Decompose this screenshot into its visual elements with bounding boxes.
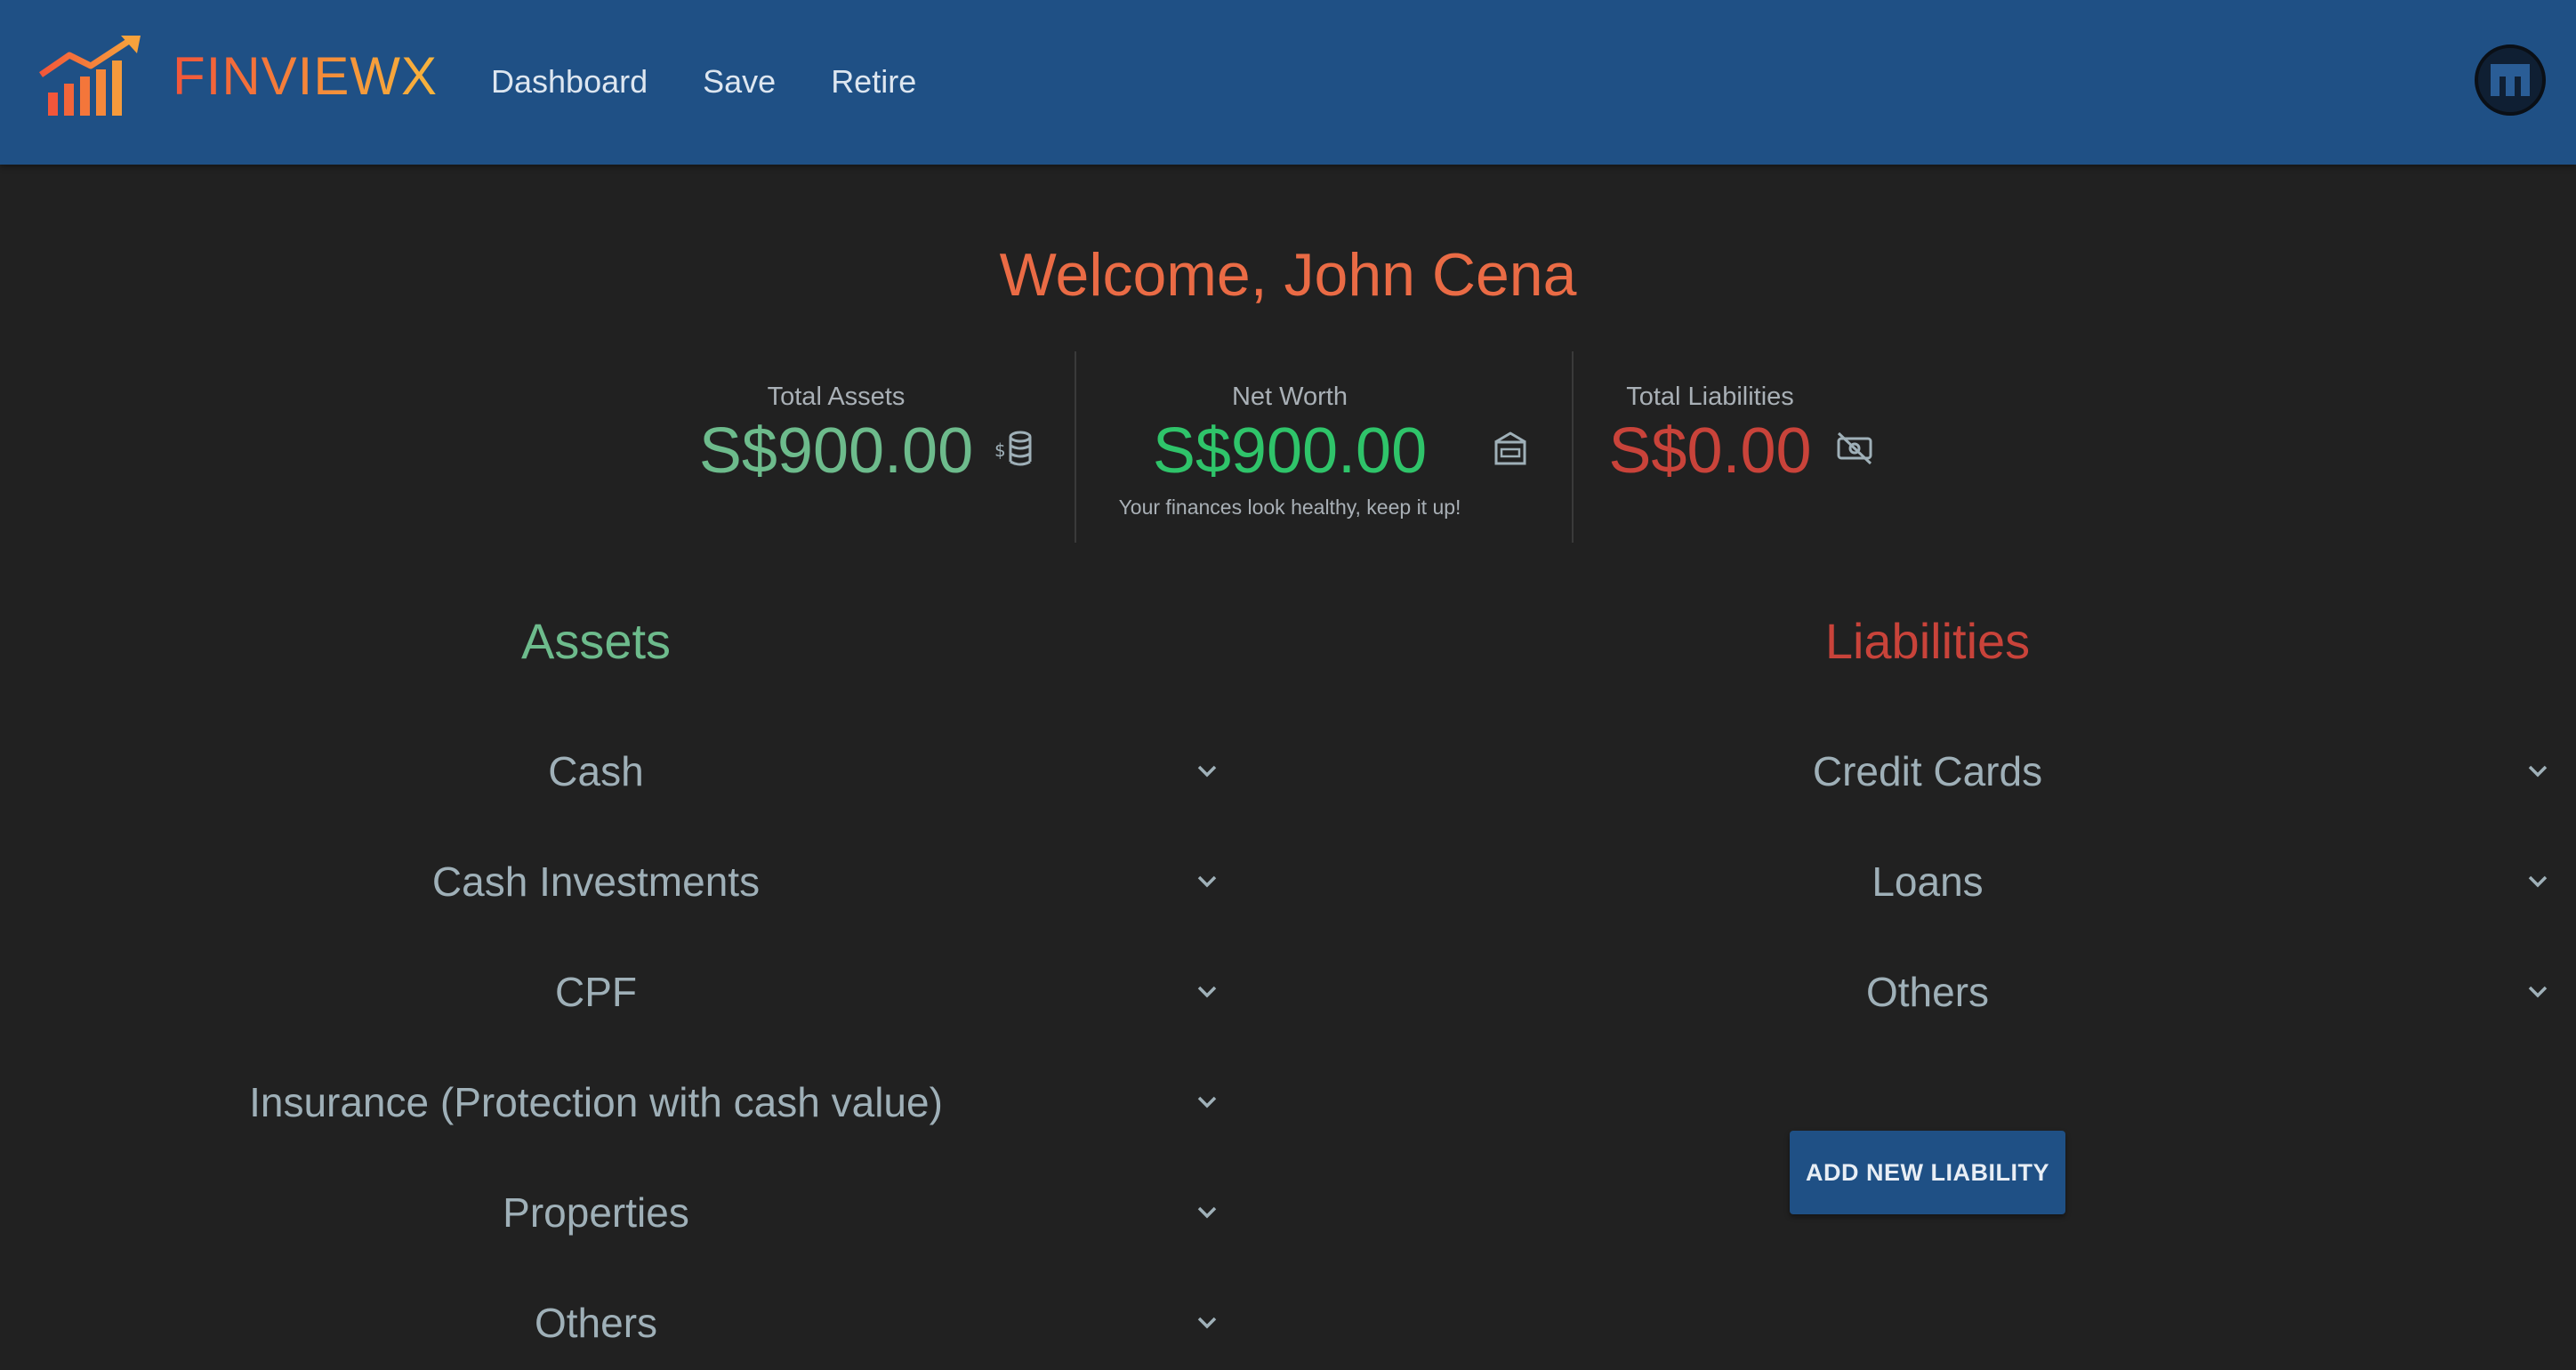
main-nav: Dashboard Save Retire [491,57,916,107]
accordion-label: CPF [555,969,637,1015]
stats-divider-right [1572,351,1574,543]
liabilities-heading: Liabilities [1824,613,2031,669]
net-worth-note: Your finances look healthy, keep it up! [1118,496,1461,519]
liabilities-item-loans[interactable]: Loans [1468,842,2562,922]
no-money-icon [1837,431,1872,465]
assets-item-properties[interactable]: Properties [133,1173,1228,1253]
liabilities-item-others[interactable]: Others [1468,952,2562,1032]
chevron-down-icon [1197,765,1217,778]
assets-item-insurance[interactable]: Insurance (Protection with cash value) [133,1062,1228,1142]
accordion-label: Cash [548,748,644,794]
accordion-label: Others [1865,969,1990,1015]
total-assets-value: S$900.00 [698,415,974,487]
total-liabilities-value: S$0.00 [1608,415,1812,487]
total-assets-label: Total Assets [767,383,906,411]
chevron-down-icon [1197,986,1217,998]
accordion-label: Credit Cards [1812,748,2043,794]
svg-text:$: $ [994,439,1006,461]
accordion-label: Others [534,1300,658,1346]
net-worth-value: S$900.00 [1152,415,1428,487]
assets-item-others[interactable]: Others [133,1283,1228,1363]
top-bar: FINVIEWX Dashboard Save Retire [0,0,2576,165]
user-avatar[interactable] [2475,44,2546,116]
chevron-down-icon [2528,765,2548,778]
chevron-down-icon [1197,1206,1217,1219]
add-new-liability-button[interactable]: ADD NEW LIABILITY [1790,1131,2065,1214]
brand-logo[interactable]: FINVIEWX [39,34,438,119]
net-worth-label: Net Worth [1231,383,1348,411]
assets-heading: Assets [520,613,672,669]
assets-item-cash[interactable]: Cash [133,731,1228,811]
bank-icon [1494,431,1526,465]
accordion-label: Properties [503,1189,689,1236]
chevron-down-icon [1197,1317,1217,1329]
chevron-down-icon [1197,1096,1217,1108]
brand-name: FINVIEWX [173,46,439,106]
chevron-down-icon [2528,986,2548,998]
total-assets-stat: Total Assets S$900.00 [676,383,996,483]
total-liabilities-label: Total Liabilities [1626,383,1794,411]
accordion-label: Loans [1872,858,1984,905]
accordion-label: Cash Investments [431,858,761,905]
accordion-label: Insurance (Protection with cash value) [249,1079,943,1125]
assets-item-cash-investments[interactable]: Cash Investments [133,842,1228,922]
nav-dashboard[interactable]: Dashboard [491,57,648,107]
total-liabilities-stat: Total Liabilities S$0.00 [1601,383,1819,483]
chevron-down-icon [2528,875,2548,888]
net-worth-stat: Net Worth S$900.00 Your finances look he… [1067,383,1512,520]
liabilities-item-credit-cards[interactable]: Credit Cards [1468,731,2562,811]
nav-retire[interactable]: Retire [831,57,916,107]
chevron-down-icon [1197,875,1217,888]
coins-icon: $ [994,431,1032,466]
assets-item-cpf[interactable]: CPF [133,952,1228,1032]
avatar-pattern-icon [2491,64,2530,96]
nav-save[interactable]: Save [703,57,776,107]
app-root: FINVIEWX Dashboard Save Retire Welcome, … [0,0,2576,1370]
growth-chart-icon [39,36,141,116]
welcome-heading: Welcome, John Cena [999,241,1577,309]
